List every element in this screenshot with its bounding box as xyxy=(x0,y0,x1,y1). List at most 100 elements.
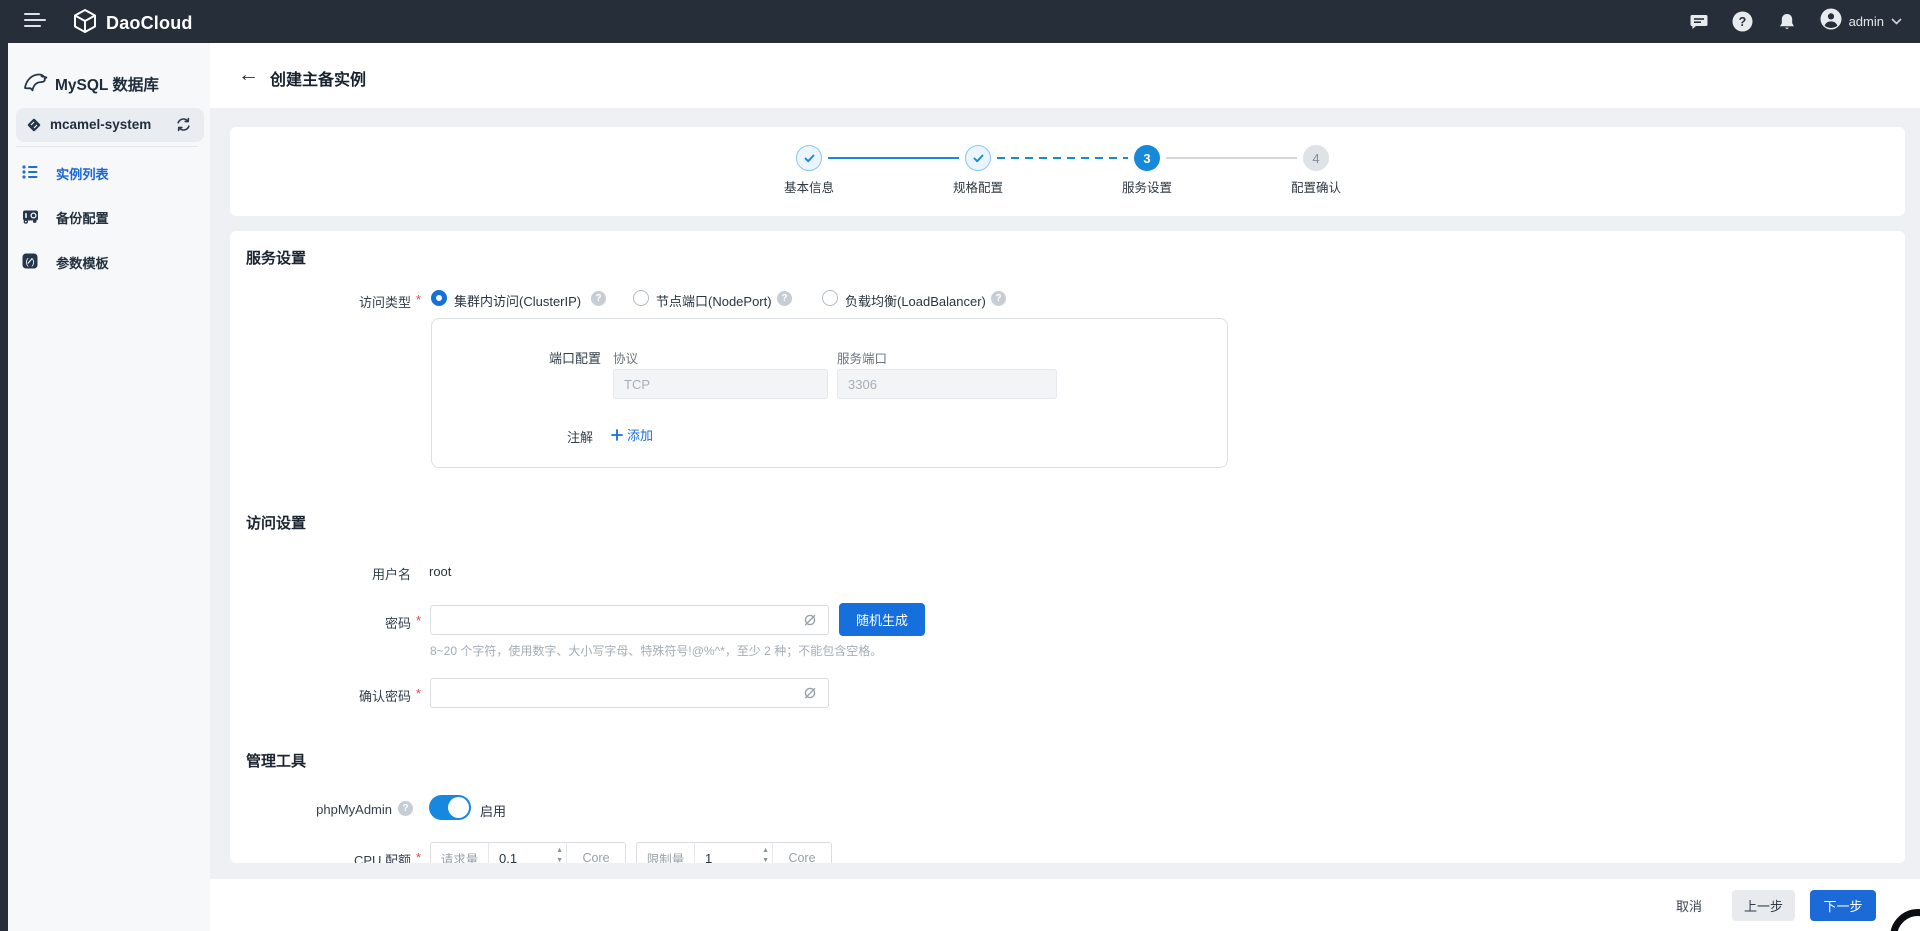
limit-label: 限制量 xyxy=(637,843,695,863)
workspace-name: mcamel-system xyxy=(50,117,151,132)
sidebar-item-backup-config[interactable]: 备份配置 xyxy=(8,198,210,234)
confirm-eye-off-icon[interactable] xyxy=(802,685,818,701)
sidebar-item-parameter-template[interactable]: ( ) 参数模板 xyxy=(8,243,210,279)
phpmyadmin-help-icon[interactable]: ? xyxy=(398,801,413,816)
required-asterisk: * xyxy=(416,850,421,863)
topbar: DaoCloud ? admin xyxy=(0,0,1920,43)
sidebar-item-label: 备份配置 xyxy=(56,208,109,227)
phpmyadmin-toggle[interactable] xyxy=(429,795,471,820)
workspace-icon xyxy=(26,117,42,138)
step-4-indicator: 4 xyxy=(1303,145,1329,171)
step-1-label: 基本信息 xyxy=(754,177,864,196)
service-settings-form: 服务设置 访问类型 * 集群内访问(ClusterIP) ? 节点端口(Node… xyxy=(230,231,1905,863)
confirm-password-label: 确认密码 xyxy=(230,686,411,705)
sidebar: MySQL 数据库 mcamel-system 实例列表 备份配置 ( ) 参数… xyxy=(8,43,210,931)
bell-icon[interactable] xyxy=(1776,11,1798,33)
service-port-input xyxy=(837,369,1057,399)
radio-nodeport[interactable] xyxy=(633,290,649,306)
sidebar-divider xyxy=(16,146,198,147)
password-label: 密码 xyxy=(230,613,411,632)
radio-loadbalancer[interactable] xyxy=(822,290,838,306)
required-asterisk: * xyxy=(416,613,421,628)
radio-clusterip-label[interactable]: 集群内访问(ClusterIP) xyxy=(454,291,581,310)
cpu-request-group: 请求量 ▲ ▼ Core xyxy=(430,842,626,863)
prev-step-button[interactable]: 上一步 xyxy=(1732,890,1795,921)
page-title: 创建主备实例 xyxy=(270,66,366,90)
step-4-label: 配置确认 xyxy=(1261,177,1371,196)
port-config-label: 端口配置 xyxy=(432,348,601,367)
corner-widget-partial xyxy=(1890,909,1920,931)
stepper: 3 4 基本信息 规格配置 服务设置 配置确认 xyxy=(230,127,1905,216)
confirm-password-input[interactable] xyxy=(430,678,829,708)
toggle-state-label: 启用 xyxy=(480,801,506,820)
section-title-access: 访问设置 xyxy=(246,512,306,533)
section-title-tools: 管理工具 xyxy=(246,750,306,771)
annotation-label: 注解 xyxy=(432,427,593,446)
radio-loadbalancer-label[interactable]: 负载均衡(LoadBalancer) xyxy=(845,291,986,310)
password-hint: 8~20 个字符，使用数字、大小写字母、特殊符号!@%^*，至少 2 种；不能包… xyxy=(430,642,882,659)
radio-nodeport-label[interactable]: 节点端口(NodePort) xyxy=(656,291,772,310)
svg-text:?: ? xyxy=(1739,15,1747,29)
cpu-limit-input[interactable] xyxy=(695,843,772,863)
step-connector xyxy=(828,157,959,159)
random-generate-button[interactable]: 随机生成 xyxy=(839,603,925,636)
cpu-unit-label: Core xyxy=(773,843,831,863)
help-icon[interactable]: ? xyxy=(1732,11,1754,33)
product-name: MySQL 数据库 xyxy=(55,73,159,95)
cpu-request-input[interactable] xyxy=(489,843,566,863)
nodeport-help-icon[interactable]: ? xyxy=(777,291,792,306)
step-2-indicator xyxy=(965,145,991,171)
step-1-indicator xyxy=(796,145,822,171)
spin-down-icon[interactable]: ▼ xyxy=(556,857,563,863)
chevron-down-icon xyxy=(1891,18,1902,25)
page-header: ← 创建主备实例 xyxy=(210,43,1920,108)
avatar-icon xyxy=(1820,8,1842,35)
menu-icon[interactable] xyxy=(24,13,46,30)
sidebar-item-label: 实例列表 xyxy=(56,164,109,183)
brand-name: DaoCloud xyxy=(106,13,193,34)
cpu-unit-label: Core xyxy=(567,843,625,863)
loadbalancer-help-icon[interactable]: ? xyxy=(991,291,1006,306)
backup-vault-icon xyxy=(21,207,40,230)
svg-text:( ): ( ) xyxy=(26,257,35,268)
parameter-template-icon: ( ) xyxy=(21,252,39,275)
sidebar-item-instance-list[interactable]: 实例列表 xyxy=(8,154,210,190)
add-annotation-link[interactable]: 添加 xyxy=(611,425,653,444)
radio-clusterip[interactable] xyxy=(431,290,447,306)
next-step-button[interactable]: 下一步 xyxy=(1810,890,1876,921)
cpu-quota-label: CPU 配额 xyxy=(230,850,411,863)
back-arrow-icon[interactable]: ← xyxy=(238,62,259,88)
product-header: MySQL 数据库 xyxy=(8,65,210,99)
protocol-label: 协议 xyxy=(613,348,638,367)
main-area: ← 创建主备实例 3 4 基本信息 规格配置 服务设置 配置确认 服务设置 xyxy=(210,43,1920,931)
password-input[interactable] xyxy=(430,605,829,635)
spin-up-icon[interactable]: ▲ xyxy=(556,847,563,854)
brand[interactable]: DaoCloud xyxy=(72,8,193,39)
mysql-dolphin-icon xyxy=(22,67,50,100)
step-connector xyxy=(997,157,1128,159)
spin-down-icon[interactable]: ▼ xyxy=(762,857,769,863)
request-label: 请求量 xyxy=(431,843,489,863)
plus-icon xyxy=(611,429,623,441)
user-menu[interactable]: admin xyxy=(1820,8,1902,35)
workspace-selector[interactable]: mcamel-system xyxy=(16,108,204,142)
chat-icon[interactable] xyxy=(1688,11,1710,33)
list-icon xyxy=(21,163,39,186)
cpu-limit-group: 限制量 ▲ ▼ Core xyxy=(636,842,832,863)
required-asterisk: * xyxy=(416,292,421,307)
clusterip-help-icon[interactable]: ? xyxy=(591,291,606,306)
wizard-footer: 取消 上一步 下一步 xyxy=(210,879,1920,931)
daocloud-logo-icon xyxy=(72,8,98,39)
step-3-label: 服务设置 xyxy=(1092,177,1202,196)
username-value: root xyxy=(429,564,451,579)
step-2-label: 规格配置 xyxy=(923,177,1033,196)
cancel-button[interactable]: 取消 xyxy=(1676,896,1702,915)
protocol-input xyxy=(613,369,828,399)
phpmyadmin-label: phpMyAdmin xyxy=(230,802,392,817)
spin-up-icon[interactable]: ▲ xyxy=(762,847,769,854)
port-config-box: 端口配置 协议 服务端口 注解 添加 xyxy=(431,318,1228,468)
left-edge-strip xyxy=(0,43,8,931)
section-title-service: 服务设置 xyxy=(246,247,306,268)
password-eye-off-icon[interactable] xyxy=(802,612,818,628)
switch-workspace-icon[interactable] xyxy=(175,116,192,138)
